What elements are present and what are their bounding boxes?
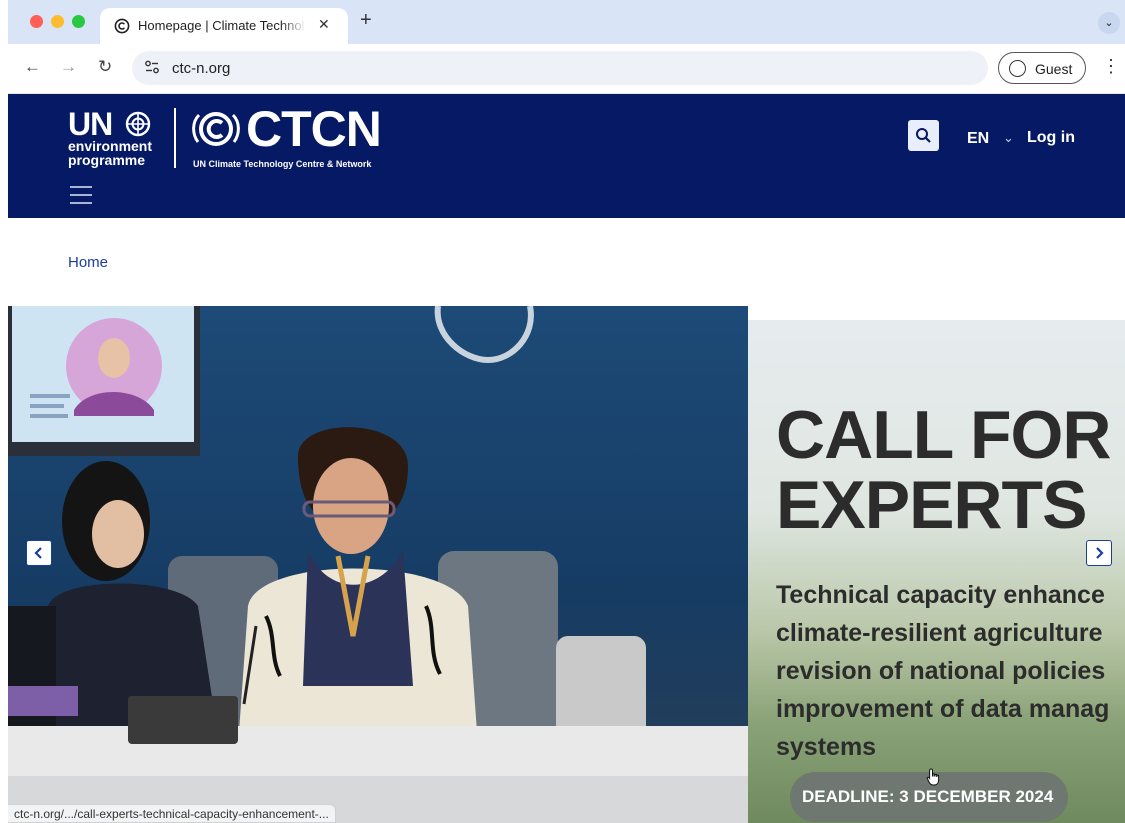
close-window-button[interactable] [30, 15, 43, 28]
ctcn-wordmark: CTCN [246, 101, 382, 157]
chevron-right-icon [1096, 547, 1104, 559]
ctcn-logo[interactable]: CTCN UN Climate Technology Centre & Netw… [190, 101, 410, 174]
promo-title-line-2: EXPERTS [776, 467, 1087, 543]
tab-homepage[interactable]: Homepage | Climate Technolo ✕ [100, 8, 348, 44]
chevron-left-icon [34, 547, 42, 559]
promo-body-line: revision of national policies [776, 657, 1106, 685]
unep-line-1: environment [68, 138, 153, 154]
hamburger-menu-icon[interactable] [70, 186, 92, 204]
browser-window: Homepage | Climate Technolo ✕ + ⌄ ← → ↻ … [8, 0, 1125, 823]
deadline-text: DEADLINE: 3 DECEMBER 2024 [802, 787, 1054, 806]
unep-logo[interactable]: UN environment programme [68, 106, 163, 176]
hand-pointer-icon [926, 768, 940, 786]
tab-strip: Homepage | Climate Technolo ✕ + ⌄ [8, 0, 1125, 44]
ctcn-emblem-icon [192, 112, 240, 146]
promo-title: CALL FOR EXPERTS [776, 400, 1111, 540]
promo-body-line: improvement of data manag [776, 695, 1110, 723]
carousel-next-button[interactable] [1086, 540, 1112, 566]
promo-body-line: Technical capacity enhance [776, 581, 1105, 609]
unep-logo-subtitle: environment programme [68, 139, 152, 167]
conference-photo [8, 306, 748, 823]
language-selector[interactable]: EN [967, 130, 989, 148]
tab-title-fade [280, 16, 306, 36]
login-link[interactable]: Log in [1027, 129, 1075, 147]
reload-icon[interactable]: ↻ [98, 58, 112, 76]
profile-label: Guest [1035, 61, 1073, 77]
unep-line-2: programme [68, 152, 146, 168]
address-bar[interactable]: ctc-n.org [132, 51, 988, 85]
profile-guest-button[interactable]: Guest [998, 52, 1086, 84]
forward-arrow-icon[interactable]: → [60, 58, 77, 76]
logo-divider [174, 108, 176, 168]
site-header: UN environment programme CTCN UN Climate… [8, 94, 1125, 218]
minimize-window-button[interactable] [51, 15, 64, 28]
promo-body-line: systems [776, 733, 877, 761]
call-for-experts-slide[interactable]: CALL FOR EXPERTS Technical capacity enha… [748, 320, 1125, 823]
search-icon [916, 128, 931, 143]
hero-carousel: CALL FOR EXPERTS Technical capacity enha… [8, 306, 1125, 823]
new-tab-button[interactable]: + [360, 10, 372, 30]
browser-toolbar: ← → ↻ ctc-n.org Guest ⋮ [8, 44, 1125, 94]
search-button[interactable] [908, 120, 939, 151]
breadcrumb-home[interactable]: Home [68, 254, 108, 271]
ctcn-tagline: UN Climate Technology Centre & Network [193, 159, 372, 169]
address-url: ctc-n.org [172, 60, 231, 77]
maximize-window-button[interactable] [72, 15, 85, 28]
kebab-menu-icon[interactable]: ⋮ [1102, 56, 1120, 77]
promo-body: Technical capacity enhance climate-resil… [776, 576, 1109, 766]
copyright-icon [114, 18, 130, 34]
site-info-icon[interactable] [144, 59, 160, 75]
tab-search-icon[interactable]: ⌄ [1098, 12, 1120, 34]
person-icon [1009, 60, 1026, 77]
carousel-prev-button[interactable] [26, 540, 52, 566]
promo-title-line-1: CALL FOR [776, 397, 1111, 473]
tab-close-icon[interactable]: ✕ [318, 16, 330, 33]
status-bar-url: ctc-n.org/.../call-experts-technical-cap… [8, 804, 336, 823]
un-emblem-icon [125, 111, 151, 137]
back-arrow-icon[interactable]: ← [24, 58, 41, 76]
chevron-down-icon[interactable]: ⌄ [1003, 130, 1014, 146]
conference-photo-slide[interactable] [8, 306, 748, 823]
promo-body-line: climate-resilient agriculture [776, 619, 1103, 647]
